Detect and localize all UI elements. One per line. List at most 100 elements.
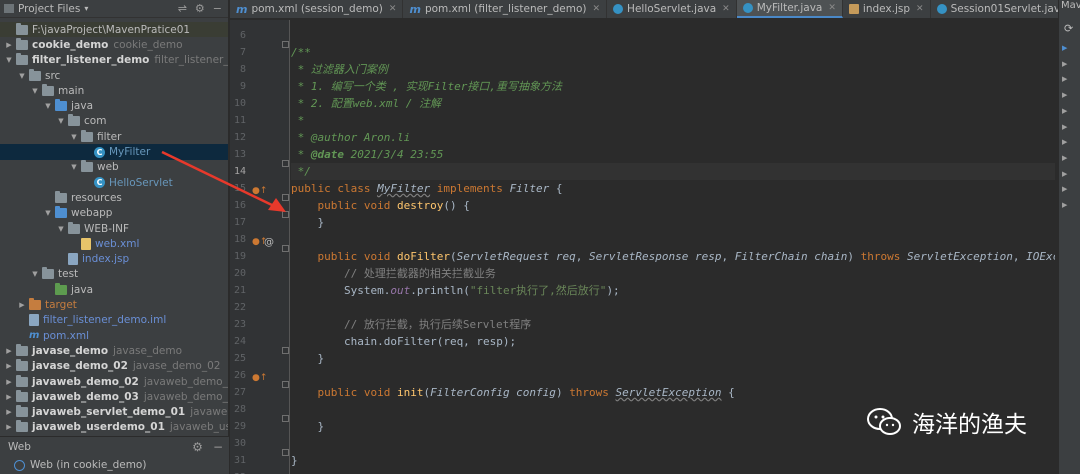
code-token: // 处理拦截器的相关拦截业务 xyxy=(291,267,496,280)
fold-marker-icon[interactable] xyxy=(282,211,289,218)
fold-marker-icon[interactable] xyxy=(282,41,289,48)
editor-tab[interactable]: index.jsp ✕ xyxy=(843,0,931,18)
chevron-right-icon[interactable]: ▶ xyxy=(1062,44,1067,52)
fold-marker-icon[interactable] xyxy=(282,415,289,422)
tree-node[interactable]: filter_listener_demo.iml xyxy=(0,313,228,328)
chevron-down-icon[interactable]: ▼ xyxy=(56,225,66,233)
code-token: // 放行拦截，执行后续Servlet程序 xyxy=(291,318,532,331)
chevron-down-icon[interactable]: ▼ xyxy=(43,102,53,110)
gear-icon[interactable]: ⚙ xyxy=(192,440,203,454)
chevron-down-icon[interactable]: ▼ xyxy=(69,163,79,171)
tree-node[interactable]: ▶ javaweb_demo_02 javaweb_demo_02 xyxy=(0,374,228,389)
line-number: 28 xyxy=(233,404,246,415)
collapse-icon[interactable]: ⇌ xyxy=(178,2,187,15)
tree-node[interactable]: resources xyxy=(0,190,228,205)
chevron-down-icon[interactable]: ▾ xyxy=(84,4,88,13)
tree-node[interactable]: index.jsp xyxy=(0,252,228,267)
project-view-icon[interactable] xyxy=(4,4,14,13)
tree-node[interactable]: ▶ target xyxy=(0,297,228,312)
tree-node[interactable]: ▼ com xyxy=(0,114,228,129)
tree-node[interactable]: m pom.xml xyxy=(0,328,228,343)
fold-marker-icon[interactable] xyxy=(282,160,289,167)
chevron-right-icon[interactable]: ▶ xyxy=(4,362,14,370)
project-view-selector[interactable]: Project Files xyxy=(18,3,80,15)
tree-node[interactable]: ▼ test xyxy=(0,267,228,282)
chevron-right-icon[interactable]: ▶ xyxy=(1062,185,1067,193)
chevron-down-icon[interactable]: ▼ xyxy=(30,270,40,278)
close-icon[interactable]: ✕ xyxy=(389,4,397,14)
tree-node[interactable]: C HelloServlet xyxy=(0,175,228,190)
chevron-right-icon[interactable]: ▶ xyxy=(1062,75,1067,83)
tree-node[interactable]: ▼ webapp xyxy=(0,206,228,221)
fold-marker-icon[interactable] xyxy=(282,347,289,354)
code-token: } xyxy=(291,454,298,467)
line-number: 7 xyxy=(239,47,246,58)
editor-tab[interactable]: HelloServlet.java ✕ xyxy=(607,0,737,18)
editor-tab[interactable]: m pom.xml (session_demo) ✕ xyxy=(230,0,404,18)
chevron-right-icon[interactable]: ▶ xyxy=(1062,201,1067,209)
tree-node[interactable]: ▼ filter_listener_demo filter_listener_dem… xyxy=(0,53,228,68)
fold-marker-icon[interactable] xyxy=(282,449,289,456)
close-icon[interactable]: ✕ xyxy=(593,4,601,14)
line-number: 24 xyxy=(233,336,246,347)
tree-node[interactable]: ▼ src xyxy=(0,68,228,83)
tree-node[interactable]: ▼ main xyxy=(0,83,228,98)
tree-node-label: filter_listener_demo.iml xyxy=(43,314,167,327)
chevron-right-icon[interactable]: ▶ xyxy=(4,423,14,431)
chevron-right-icon[interactable]: ▶ xyxy=(1062,91,1067,99)
tree-node[interactable]: C MyFilter xyxy=(0,144,228,160)
chevron-down-icon[interactable]: ▼ xyxy=(30,87,40,95)
tree-node[interactable]: java xyxy=(0,282,228,297)
refresh-icon[interactable]: ⟳ xyxy=(1064,22,1073,35)
fold-marker-icon[interactable] xyxy=(282,381,289,388)
close-icon[interactable]: ✕ xyxy=(916,4,924,14)
chevron-down-icon[interactable]: ▼ xyxy=(56,117,66,125)
chevron-right-icon[interactable]: ▶ xyxy=(4,347,14,355)
tree-node[interactable]: ▼ filter xyxy=(0,129,228,144)
hide-panel-icon[interactable]: − xyxy=(213,2,222,15)
chevron-down-icon[interactable]: ▼ xyxy=(4,56,14,64)
tree-node[interactable]: ▶ javaweb_servlet_demo_01 javaweb_servlet_… xyxy=(0,405,228,420)
tree-node[interactable]: ▼ web xyxy=(0,160,228,175)
editor-tab[interactable]: Session01Servlet.java✕ xyxy=(931,0,1058,18)
maven-title[interactable]: Mav xyxy=(1059,0,1080,11)
editor-tab[interactable]: m pom.xml (filter_listener_demo) ✕ xyxy=(403,0,608,18)
tree-node[interactable]: F:\javaProject\MavenPratice01 xyxy=(0,22,228,38)
tree-node[interactable]: ▶ javase_demo_02 javase_demo_02 xyxy=(0,359,228,374)
line-number: 15 xyxy=(233,183,246,194)
tree-node[interactable]: ▶ cookie_demo cookie_demo xyxy=(0,37,228,52)
chevron-right-icon[interactable]: ▶ xyxy=(1062,60,1067,68)
chevron-right-icon[interactable]: ▶ xyxy=(4,378,14,386)
tree-node[interactable]: ▶ javase_demo javase_demo xyxy=(0,343,228,358)
chevron-right-icon[interactable]: ▶ xyxy=(1062,170,1067,178)
fold-marker-icon[interactable] xyxy=(282,194,289,201)
chevron-down-icon[interactable]: ▼ xyxy=(17,72,27,80)
override-marker-icon[interactable]: ●↑ xyxy=(252,186,267,196)
tree-node[interactable]: ▼ WEB-INF xyxy=(0,221,228,236)
chevron-right-icon[interactable]: ▶ xyxy=(1062,123,1067,131)
chevron-right-icon[interactable]: ▶ xyxy=(4,393,14,401)
tree-node-label: java xyxy=(71,100,93,113)
chevron-right-icon[interactable]: ▶ xyxy=(1062,154,1067,162)
chevron-right-icon[interactable]: ▶ xyxy=(17,301,27,309)
chevron-right-icon[interactable]: ▶ xyxy=(1062,107,1067,115)
fold-marker-icon[interactable] xyxy=(282,245,289,252)
chevron-down-icon[interactable]: ▼ xyxy=(69,133,79,141)
hide-panel-icon[interactable]: − xyxy=(213,440,223,454)
tree-node-label: filter xyxy=(97,130,122,143)
chevron-right-icon[interactable]: ▶ xyxy=(4,41,14,49)
tree-node[interactable]: ▶ javaweb_demo_03 javaweb_demo_03 xyxy=(0,389,228,404)
gear-icon[interactable]: ⚙ xyxy=(195,2,205,15)
override-marker-icon[interactable]: ●↑ xyxy=(252,373,267,383)
web-item[interactable]: Web (in cookie_demo) xyxy=(0,456,229,474)
close-icon[interactable]: ✕ xyxy=(828,3,836,13)
chevron-right-icon[interactable]: ▶ xyxy=(4,408,14,416)
close-icon[interactable]: ✕ xyxy=(722,4,730,14)
chevron-right-icon[interactable]: ▶ xyxy=(1062,138,1067,146)
tree-node[interactable]: ▶ javaweb_userdemo_01 javaweb_userdemo_0 xyxy=(0,420,228,435)
editor-tab[interactable]: MyFilter.java ✕ xyxy=(736,0,843,18)
tree-node[interactable]: web.xml xyxy=(0,236,228,251)
chevron-down-icon[interactable]: ▼ xyxy=(43,209,53,217)
tree-node[interactable]: ▼ java xyxy=(0,99,228,114)
code-token: "filter执行了,然后放行" xyxy=(469,284,607,297)
